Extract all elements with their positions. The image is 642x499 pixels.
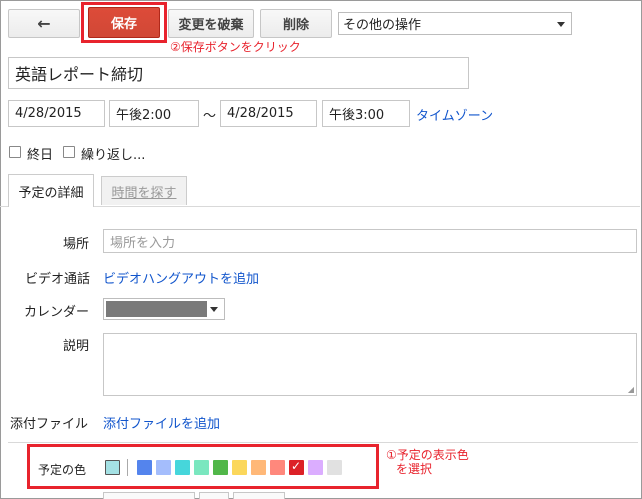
attachment-label: 添付ファイル (10, 417, 89, 432)
discard-changes-label: 変更を破棄 (178, 18, 244, 33)
save-highlight-box (81, 2, 167, 43)
all-day-label: 終日 (27, 148, 54, 163)
location-placeholder: 場所を入力 (110, 235, 176, 251)
description-textarea[interactable]: ◢ (103, 333, 637, 396)
description-label: 説明 (63, 339, 90, 354)
save-annotation: ②保存ボタンをクリック (170, 40, 301, 54)
discard-changes-button[interactable]: 変更を破棄 (168, 9, 254, 38)
add-hangout-link[interactable]: ビデオハングアウトを追加 (103, 268, 259, 287)
video-call-label: ビデオ通話 (25, 272, 91, 287)
tab-event-details[interactable]: 予定の詳細 (8, 174, 94, 207)
event-title-value: 英語レポート締切 (15, 65, 144, 84)
tab-bottom-border (94, 206, 640, 207)
timezone-link[interactable]: タイムゾーン (416, 105, 493, 124)
start-date-input[interactable]: 4/28/2015 (8, 100, 105, 127)
back-button[interactable]: ← (8, 9, 80, 38)
start-time-input[interactable]: 午後2:00 (109, 100, 199, 127)
tab-find-time[interactable]: 時間を探す (101, 176, 187, 205)
end-time-value: 午後3:00 (329, 108, 385, 123)
delete-button-label: 削除 (282, 18, 309, 33)
arrow-left-icon: ← (37, 14, 51, 33)
repeat-label: 繰り返し... (81, 148, 146, 163)
color-annotation-line1: ①予定の表示色 (386, 448, 469, 462)
chevron-down-icon (557, 22, 565, 27)
repeat-checkbox[interactable] (63, 146, 75, 158)
tab-bottom-border-left (0, 206, 8, 207)
range-separator: 〜 (203, 109, 217, 124)
location-input[interactable]: 場所を入力 (103, 229, 637, 253)
location-label: 場所 (63, 237, 90, 252)
calendar-label: カレンダー (24, 305, 90, 320)
start-date-value: 4/28/2015 (15, 106, 82, 121)
color-annotation-line2: を選択 (396, 462, 433, 476)
tab-event-details-label: 予定の詳細 (18, 185, 84, 201)
color-highlight-box (27, 444, 379, 489)
start-time-value: 午後2:00 (116, 108, 172, 123)
section-divider (8, 442, 638, 443)
chevron-down-icon (210, 307, 218, 312)
end-time-input[interactable]: 午後3:00 (322, 100, 410, 127)
more-actions-dropdown[interactable]: その他の操作 (338, 12, 572, 35)
reminder-row-partial (103, 492, 195, 499)
all-day-checkbox[interactable] (9, 146, 21, 158)
tab-find-time-label: 時間を探す (111, 185, 177, 201)
more-actions-label: その他の操作 (343, 18, 422, 33)
delete-button[interactable]: 削除 (260, 9, 332, 38)
end-date-value: 4/28/2015 (227, 106, 294, 121)
calendar-dropdown[interactable] (103, 298, 225, 320)
calendar-name-redacted (106, 301, 207, 317)
resize-grip-icon[interactable]: ◢ (628, 385, 634, 394)
event-title-input[interactable]: 英語レポート締切 (8, 57, 469, 89)
reminder-row-partial-2 (199, 492, 229, 499)
end-date-input[interactable]: 4/28/2015 (220, 100, 317, 127)
reminder-row-partial-3 (233, 492, 285, 499)
add-attachment-link[interactable]: 添付ファイルを追加 (103, 413, 220, 432)
